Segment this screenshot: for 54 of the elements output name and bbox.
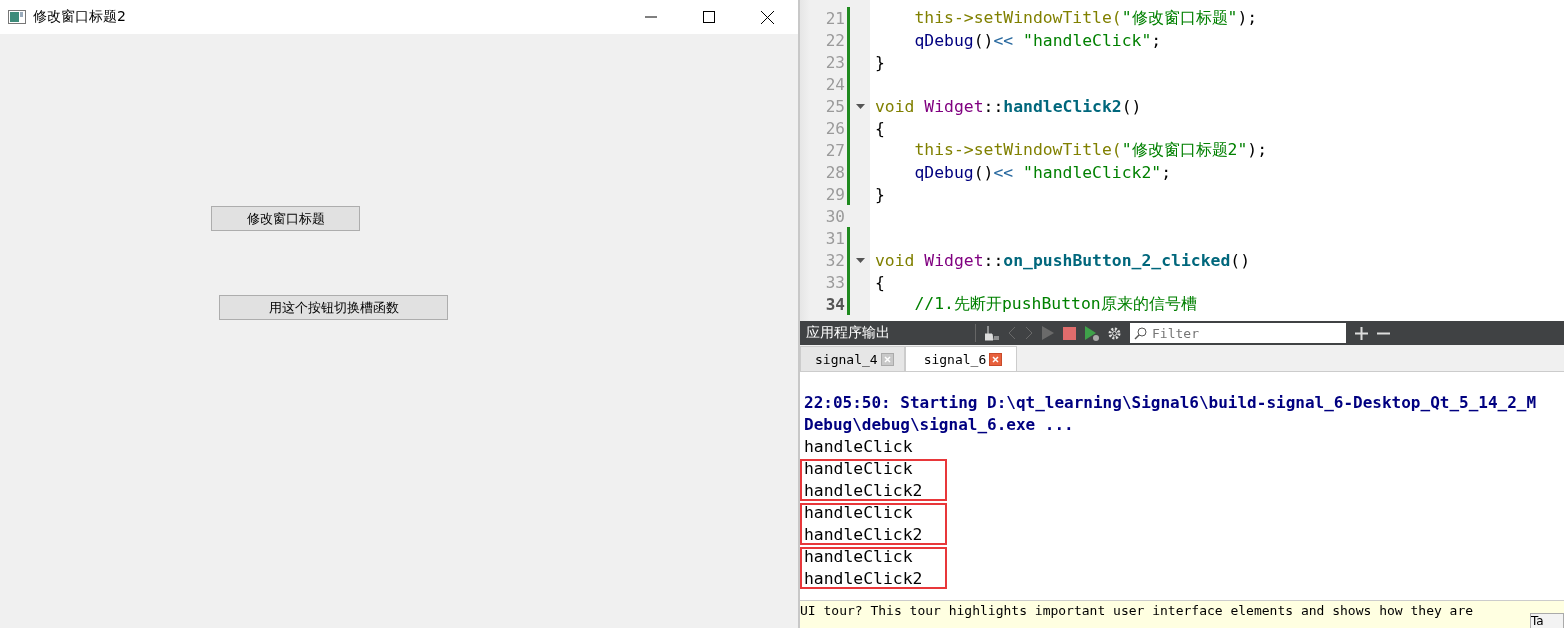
fold-icon[interactable] <box>855 103 865 109</box>
code-line: { <box>875 118 885 138</box>
line-number: 31 <box>824 228 845 248</box>
line-number: 28 <box>824 162 845 182</box>
line-number: 25 <box>824 96 845 116</box>
line-number: 22 <box>824 30 845 50</box>
fold-icon[interactable] <box>855 257 865 263</box>
broom-icon[interactable] <box>985 325 999 342</box>
output-line: handleClick2 <box>804 568 924 591</box>
code-line: this->setWindowTitle("修改窗口标题2"); <box>913 139 1268 161</box>
search-icon <box>1134 327 1147 341</box>
debug-run-icon[interactable] <box>1085 325 1099 341</box>
output-line: handleClick2 <box>804 480 924 503</box>
code-line: void Widget::handleClick2() <box>875 96 1142 116</box>
output-line: handleClick <box>804 436 914 459</box>
plus-icon[interactable] <box>1355 326 1368 340</box>
code-line: //1.先断开pushButton原来的信号槽 <box>913 293 1197 315</box>
push-button[interactable]: 修改窗口标题 <box>211 206 360 231</box>
settings-icon[interactable] <box>1108 326 1121 340</box>
line-number: 21 <box>824 8 845 28</box>
line-number: 24 <box>824 74 845 94</box>
app-icon <box>8 10 26 24</box>
pane-title: 应用程序输出 <box>806 324 891 343</box>
code-line: } <box>875 184 885 204</box>
line-number: 27 <box>824 140 845 160</box>
line-number: 34 <box>824 294 845 314</box>
output-tab[interactable]: signal_4 <box>800 346 905 372</box>
line-number: 26 <box>824 118 845 138</box>
line-number: 29 <box>824 184 845 204</box>
line-number: 23 <box>824 52 845 72</box>
code-line: void Widget::on_pushButton_2_clicked() <box>875 250 1251 270</box>
line-number: 32 <box>824 250 845 270</box>
output-line: handleClick <box>804 458 914 481</box>
output-tab[interactable]: signal_6 <box>904 346 1018 372</box>
line-number: 30 <box>824 206 845 226</box>
notice-button[interactable]: Ta <box>1530 613 1564 628</box>
code-line: qDebug()<< "handleClick2"; <box>913 162 1172 182</box>
notice-text: UI tour? This tour highlights important user interface elements and shows how they are <box>800 603 1474 618</box>
output-line: 22:05:50: Starting D:\qt_learning\Signal6\build-signal_6-Desktop_Qt_5_14_2_M <box>804 392 1538 415</box>
maximize-icon[interactable] <box>703 11 715 23</box>
window-title: 修改窗口标题2 <box>33 8 126 26</box>
push-button[interactable]: 用这个按钮切换槽函数 <box>219 295 448 320</box>
code-line: { <box>875 272 885 292</box>
code-line: this->setWindowTitle("修改窗口标题"); <box>913 7 1258 29</box>
code-line: } <box>875 52 885 72</box>
filter-field[interactable]: Filter <box>1130 323 1346 344</box>
output-line: handleClick <box>804 546 914 569</box>
line-number: 33 <box>824 272 845 292</box>
stop-icon[interactable] <box>1063 326 1076 340</box>
output-line: handleClick2 <box>804 524 924 547</box>
output-line: Debug\debug\signal_6.exe ... <box>804 414 1075 437</box>
output-line: handleClick <box>804 502 914 525</box>
code-line: qDebug()<< "handleClick"; <box>913 30 1162 50</box>
close-icon[interactable] <box>761 10 774 24</box>
